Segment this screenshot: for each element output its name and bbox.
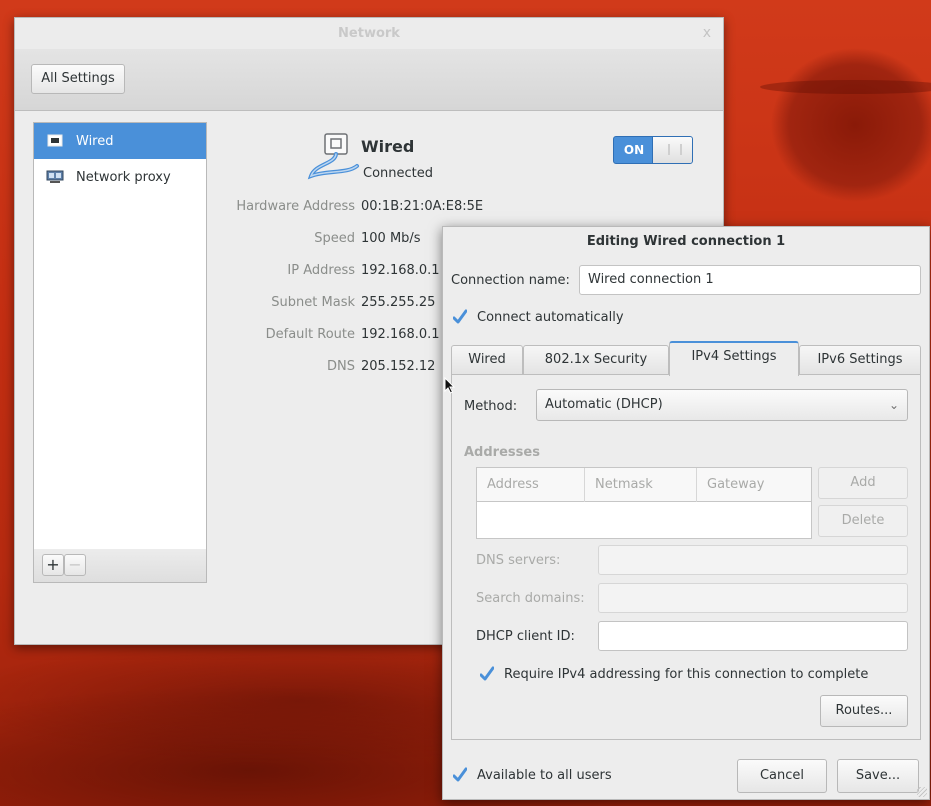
- header-toolbar: All Settings: [15, 49, 723, 111]
- detail-speed: Speed 100 Mb/s: [215, 231, 421, 251]
- available-all-users-checkbox[interactable]: Available to all users: [453, 767, 612, 783]
- detail-label: Subnet Mask: [271, 295, 355, 310]
- edit-connection-dialog: Editing Wired connection 1 Connection na…: [442, 226, 930, 800]
- sidebar-item-network-proxy[interactable]: Network proxy: [34, 159, 206, 195]
- tab-8021x-security[interactable]: 802.1x Security: [523, 345, 669, 375]
- delete-address-button[interactable]: Delete: [818, 505, 908, 537]
- sidebar-item-label: Wired: [76, 133, 114, 149]
- checkbox-label: Require IPv4 addressing for this connect…: [504, 667, 869, 682]
- checkbox-label: Available to all users: [477, 768, 612, 783]
- network-proxy-icon: [46, 170, 64, 183]
- detail-value: 100 Mb/s: [361, 231, 421, 246]
- wired-power-switch[interactable]: ON: [613, 136, 693, 164]
- detail-value: 192.168.0.1: [361, 263, 440, 278]
- switch-knob: [652, 137, 692, 163]
- connect-automatically-checkbox[interactable]: Connect automatically: [453, 309, 624, 325]
- close-window-button[interactable]: x: [703, 18, 711, 49]
- connection-name-label: Connection name:: [451, 273, 570, 288]
- wired-network-icon: [47, 134, 63, 147]
- search-domains-label: Search domains:: [476, 591, 585, 606]
- checkmark-icon: [453, 767, 467, 783]
- detail-ip-address: IP Address 192.168.0.1: [215, 263, 440, 283]
- method-dropdown[interactable]: Automatic (DHCP) ⌄: [536, 389, 908, 421]
- column-gateway[interactable]: Gateway: [697, 468, 811, 502]
- settings-tabs: Wired 802.1x Security IPv4 Settings IPv6…: [451, 341, 921, 376]
- all-settings-button[interactable]: All Settings: [31, 64, 125, 94]
- detail-label: Default Route: [265, 327, 355, 342]
- add-address-button[interactable]: Add: [818, 467, 908, 499]
- resize-grip-icon[interactable]: [917, 787, 927, 797]
- require-ipv4-checkbox[interactable]: Require IPv4 addressing for this connect…: [480, 666, 869, 682]
- addresses-table: Address Netmask Gateway: [476, 467, 812, 539]
- dhcp-client-id-field[interactable]: [598, 621, 908, 651]
- ipv4-settings-panel: Method: Automatic (DHCP) ⌄ Addresses Add…: [451, 374, 921, 740]
- tab-ipv6-settings[interactable]: IPv6 Settings: [799, 345, 921, 375]
- wallpaper-planet-ring: [760, 80, 931, 94]
- connection-name-field[interactable]: Wired connection 1: [579, 265, 921, 295]
- switch-on-label: ON: [623, 143, 645, 157]
- device-title: Wired: [361, 137, 415, 156]
- detail-subnet-mask: Subnet Mask 255.255.25: [215, 295, 435, 315]
- detail-value: 192.168.0.1: [361, 327, 440, 342]
- detail-default-route: Default Route 192.168.0.1: [215, 327, 440, 347]
- dns-servers-label: DNS servers:: [476, 553, 561, 568]
- sidebar-item-label: Network proxy: [76, 169, 171, 185]
- window-title: Network: [338, 26, 400, 41]
- detail-value: 255.255.25: [361, 295, 436, 310]
- dhcp-client-id-label: DHCP client ID:: [476, 629, 575, 644]
- remove-connection-button[interactable]: −: [64, 554, 86, 576]
- detail-label: Speed: [314, 231, 355, 246]
- save-button[interactable]: Save...: [837, 759, 919, 793]
- chevron-down-icon: ⌄: [888, 398, 899, 412]
- detail-label: DNS: [327, 359, 355, 374]
- dns-servers-field[interactable]: [598, 545, 908, 575]
- add-connection-button[interactable]: +: [42, 554, 64, 576]
- column-address[interactable]: Address: [477, 468, 585, 502]
- sidebar-actions-bar: + −: [33, 549, 207, 583]
- detail-dns: DNS 205.152.12: [215, 359, 435, 379]
- tab-ipv4-settings[interactable]: IPv4 Settings: [669, 341, 799, 376]
- method-value: Automatic (DHCP): [545, 397, 663, 412]
- tab-wired[interactable]: Wired: [451, 345, 523, 375]
- device-status: Connected: [363, 166, 434, 181]
- addresses-heading: Addresses: [464, 445, 540, 460]
- column-netmask[interactable]: Netmask: [585, 468, 697, 502]
- detail-value: 205.152.12: [361, 359, 436, 374]
- detail-value: 00:1B:21:0A:E8:5E: [361, 199, 484, 214]
- sidebar-item-wired[interactable]: Wired: [34, 123, 206, 159]
- checkmark-icon: [453, 309, 467, 325]
- window-titlebar: Network x: [15, 18, 723, 49]
- method-label: Method:: [464, 399, 518, 414]
- device-sidebar: Wired Network proxy: [33, 122, 207, 550]
- search-domains-field[interactable]: [598, 583, 908, 613]
- cancel-button[interactable]: Cancel: [737, 759, 827, 793]
- detail-label: IP Address: [287, 263, 355, 278]
- dialog-title: Editing Wired connection 1: [586, 234, 786, 249]
- checkmark-icon: [480, 666, 494, 682]
- routes-button[interactable]: Routes...: [820, 695, 908, 727]
- checkbox-label: Connect automatically: [477, 310, 624, 325]
- addresses-header-row: Address Netmask Gateway: [477, 468, 811, 502]
- detail-label: Hardware Address: [236, 199, 355, 214]
- detail-hardware-address: Hardware Address 00:1B:21:0A:E8:5E: [215, 199, 483, 219]
- mouse-pointer-icon: [444, 377, 456, 394]
- wired-cable-icon: [307, 133, 359, 180]
